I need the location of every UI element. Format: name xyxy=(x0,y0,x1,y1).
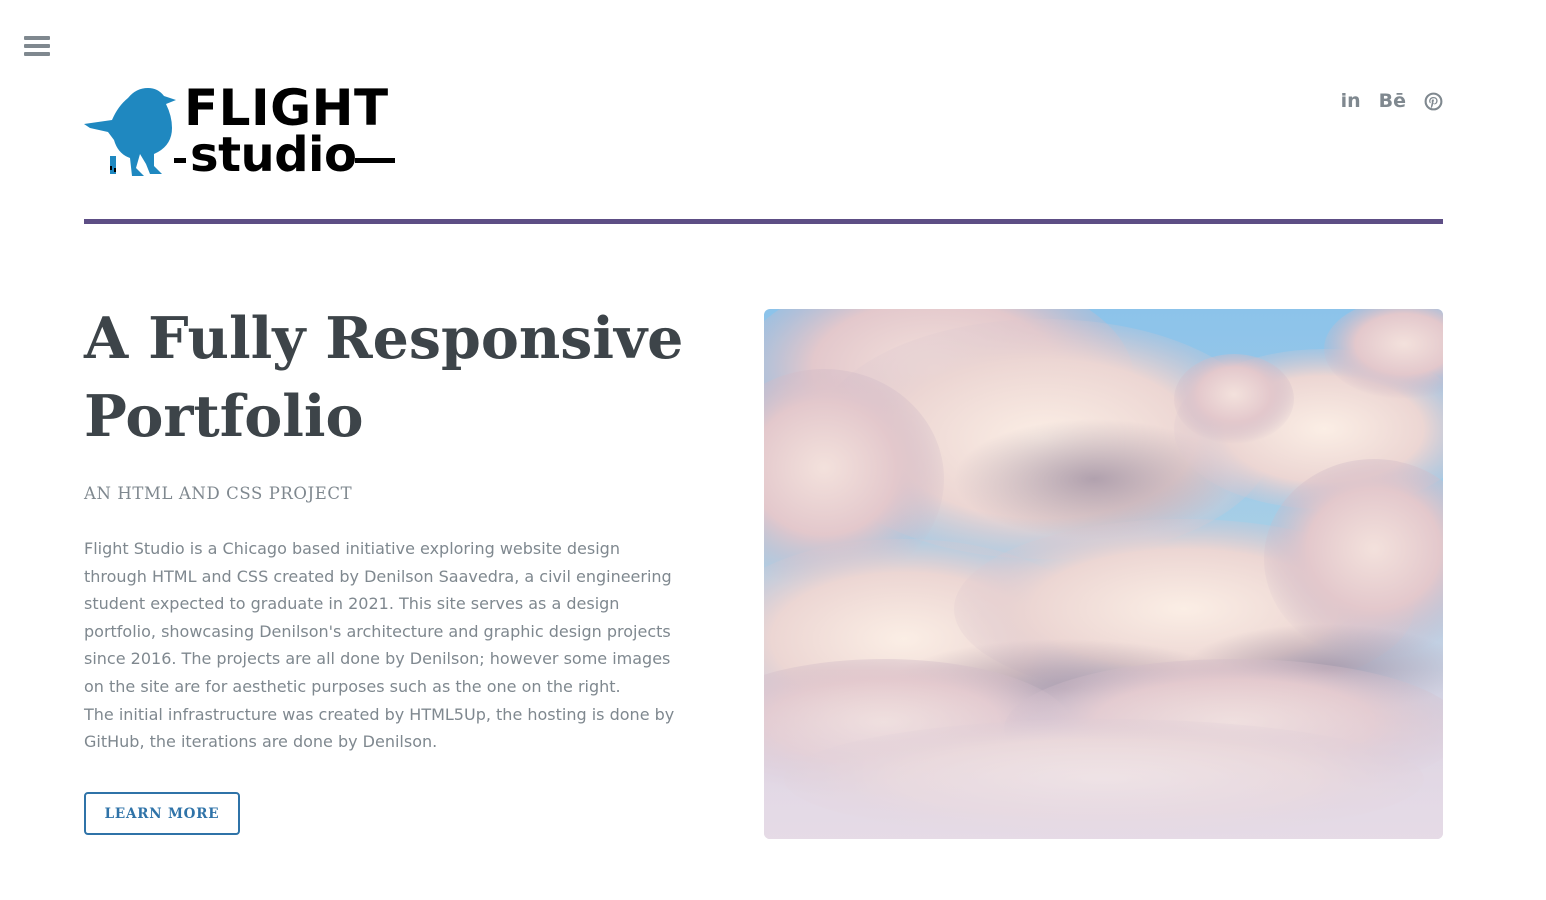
title-line-2: Portfolio xyxy=(84,383,364,450)
hero-image xyxy=(764,309,1443,839)
title-line-1: A Fully Responsive xyxy=(84,305,684,372)
learn-more-button[interactable]: LEARN MORE xyxy=(84,792,240,835)
logo-dash xyxy=(355,158,395,163)
bird-icon xyxy=(84,88,176,176)
linkedin-icon[interactable]: in xyxy=(1341,90,1361,112)
intro-section: A Fully Responsive Portfolio AN HTML AND… xyxy=(84,300,684,756)
pinterest-icon[interactable] xyxy=(1424,92,1443,111)
menu-bar xyxy=(24,52,50,56)
logo[interactable]: FLIGHT studio xyxy=(84,82,404,184)
intro-paragraph: The initial infrastructure was created b… xyxy=(84,704,675,752)
menu-bar xyxy=(24,36,50,40)
social-links: in Bē xyxy=(1341,90,1443,112)
menu-bar xyxy=(24,44,50,48)
site-header: FLIGHT studio in Bē xyxy=(84,82,1443,184)
hamburger-menu-icon[interactable] xyxy=(24,36,50,60)
intro-text: Flight Studio is a Chicago based initiat… xyxy=(84,535,684,756)
page-title: A Fully Responsive Portfolio xyxy=(84,300,684,456)
behance-icon[interactable]: Bē xyxy=(1379,90,1406,112)
header-divider xyxy=(84,219,1443,224)
page-subtitle: AN HTML AND CSS PROJECT xyxy=(84,484,353,503)
intro-paragraph: Flight Studio is a Chicago based initiat… xyxy=(84,539,672,696)
page: FLIGHT studio in Bē A Fully Responsive P… xyxy=(0,0,1546,900)
logo-word-studio: studio xyxy=(190,127,357,183)
logo-dash xyxy=(174,158,186,163)
